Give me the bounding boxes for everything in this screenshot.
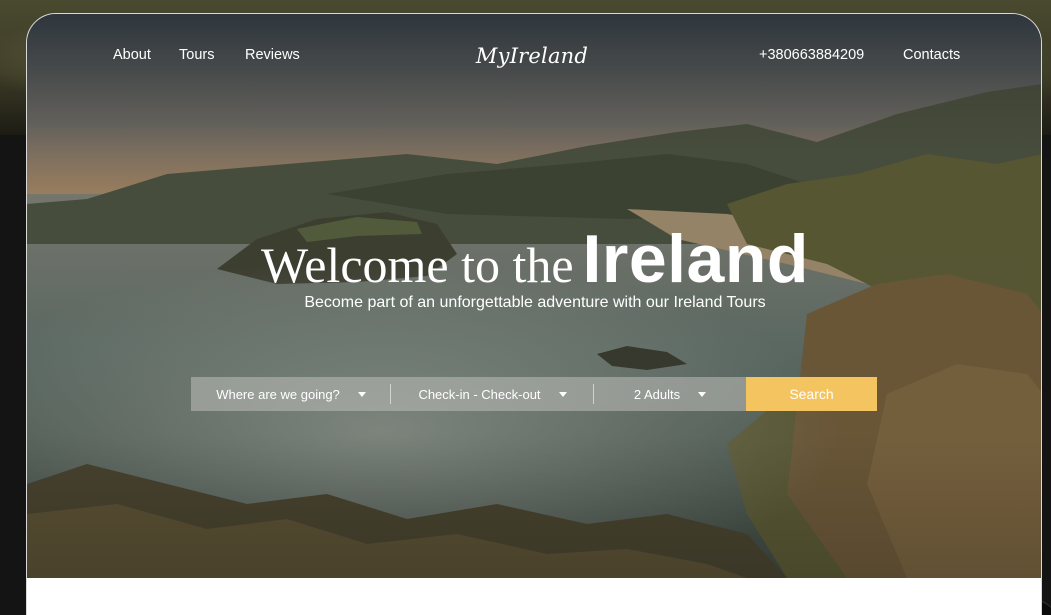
headline-bold: Ireland [582,221,809,297]
dates-label: Check-in - Check-out [418,386,541,402]
hero-section: About Tours Reviews MyIreland +380663884… [27,14,1041,578]
nav-reviews-link[interactable]: Reviews [245,47,300,63]
nav-about-link[interactable]: About [113,47,151,63]
guests-label: 2 Adults [633,386,681,402]
hero-headline: Welcome to the Ireland [27,220,1041,298]
search-bar: Where are we going? Check-in - Check-out… [191,377,877,411]
destination-label: Where are we going? [216,386,340,402]
guests-select[interactable]: 2 Adults [594,377,746,411]
hero-subtitle: Become part of an unforgettable adventur… [304,294,766,311]
headline-light: Welcome to the [261,237,574,293]
chevron-down-icon [357,391,366,397]
browser-frame: About Tours Reviews MyIreland +380663884… [26,13,1042,615]
phone-link[interactable]: +380663884209 [759,47,864,63]
search-button[interactable]: Search [746,377,877,411]
screen: About Tours Reviews MyIreland +380663884… [0,0,1051,615]
destination-select[interactable]: Where are we going? [191,377,391,411]
nav-tours-link[interactable]: Tours [179,47,214,63]
site-logo[interactable]: MyIreland [457,44,607,68]
chevron-down-icon [698,391,707,397]
dates-select[interactable]: Check-in - Check-out [391,377,594,411]
chevron-down-icon [558,391,567,397]
nav-contacts-link[interactable]: Contacts [903,47,960,63]
